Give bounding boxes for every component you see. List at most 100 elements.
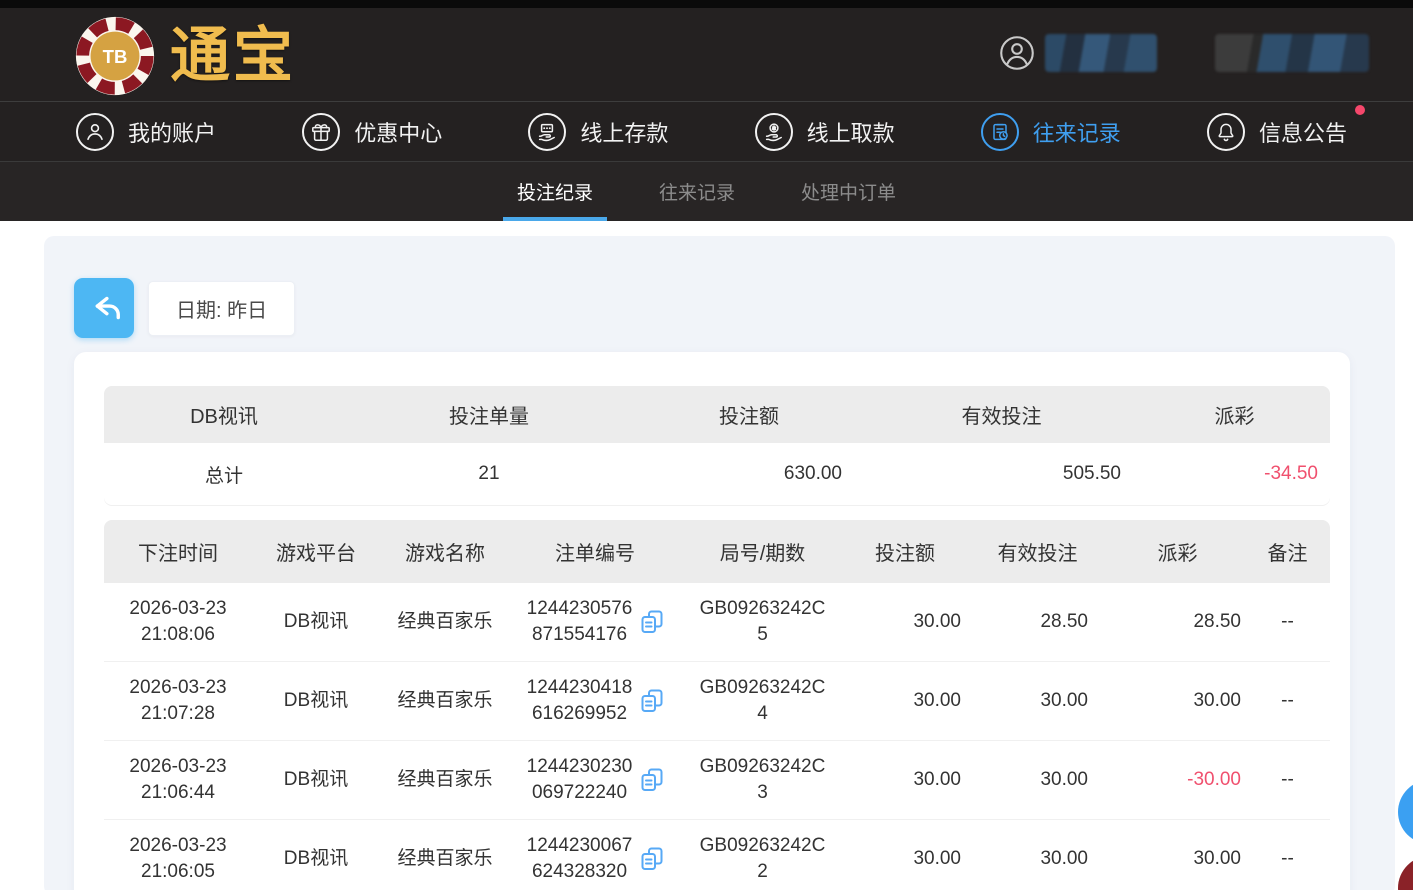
records-icon xyxy=(981,113,1019,151)
nav-label: 信息公告 xyxy=(1259,116,1347,148)
bet-id-cell: 1244230418616269952 xyxy=(510,675,680,726)
copy-icon[interactable] xyxy=(640,688,664,714)
copy-icon[interactable] xyxy=(640,767,664,793)
payout: 30.00 xyxy=(1110,846,1245,872)
col-round-id: 局号/期数 xyxy=(680,537,845,566)
nav-item-promotions[interactable]: 优惠中心 xyxy=(302,113,442,151)
round-id-cell: GB09263242C2 xyxy=(680,833,845,884)
col-game-name: 游戏名称 xyxy=(380,537,510,566)
nav-item-transaction-records[interactable]: 往来记录 xyxy=(981,113,1121,151)
bet-id: 1244230576871554176 xyxy=(527,596,633,647)
nav-label: 线上存款 xyxy=(580,116,668,148)
round-id-cell: GB09263242C3 xyxy=(680,754,845,805)
round-id: GB09263242C4 xyxy=(695,675,831,726)
payout: 28.50 xyxy=(1110,609,1245,635)
bet-time: 2026-03-23 21:06:05 xyxy=(104,833,252,884)
bet-amount: 30.00 xyxy=(845,846,965,872)
nav-item-deposit[interactable]: 线上存款 xyxy=(528,113,668,151)
tab-pending-orders[interactable]: 处理中订单 xyxy=(793,162,904,221)
main-nav: 我的账户 优惠中心 线上存款 xyxy=(0,101,1413,161)
remark: -- xyxy=(1245,846,1330,872)
floating-service-button[interactable] xyxy=(1398,780,1413,844)
floating-promo-button[interactable] xyxy=(1398,856,1413,890)
nav-item-withdraw[interactable]: 线上取款 xyxy=(755,113,895,151)
summary-table: DB视讯 投注单量 投注额 有效投注 派彩 总计 21 630.00 505.5… xyxy=(104,386,1330,505)
tab-bet-records[interactable]: 投注纪录 xyxy=(509,162,601,221)
nav-item-announcements[interactable]: 信息公告 xyxy=(1207,113,1347,151)
back-button[interactable] xyxy=(74,278,134,338)
game-platform: DB视讯 xyxy=(252,767,380,793)
gift-icon xyxy=(302,113,340,151)
bet-time: 2026-03-23 21:07:28 xyxy=(104,675,252,726)
redacted-username xyxy=(1045,34,1157,72)
tab-transaction-records[interactable]: 往来记录 xyxy=(651,162,743,221)
game-platform: DB视讯 xyxy=(252,846,380,872)
sub-nav: 投注纪录 往来记录 处理中订单 xyxy=(0,161,1413,221)
game-platform: DB视讯 xyxy=(252,688,380,714)
summary-total-row: 总计 21 630.00 505.50 -34.50 xyxy=(104,443,1330,505)
tab-label: 往来记录 xyxy=(659,178,735,205)
date-filter-label: 日期: 昨日 xyxy=(176,294,267,323)
bet-id: 1244230230069722240 xyxy=(527,754,633,805)
remark: -- xyxy=(1245,767,1330,793)
game-name: 经典百家乐 xyxy=(380,688,510,714)
round-id: GB09263242C5 xyxy=(695,596,831,647)
valid-bet: 30.00 xyxy=(965,767,1110,793)
col-bet-amount: 投注额 xyxy=(845,537,965,566)
bet-amount: 30.00 xyxy=(845,767,965,793)
bet-time: 2026-03-23 21:06:44 xyxy=(104,754,252,805)
brand-logo[interactable]: TB 通宝 xyxy=(72,13,296,99)
copy-icon[interactable] xyxy=(640,609,664,635)
round-id: GB09263242C2 xyxy=(695,833,831,884)
game-name: 经典百家乐 xyxy=(380,609,510,635)
bet-id: 1244230418616269952 xyxy=(527,675,633,726)
round-id-cell: GB09263242C4 xyxy=(680,675,845,726)
payout: -30.00 xyxy=(1110,767,1245,793)
back-arrow-icon xyxy=(85,289,123,327)
col-bet-time: 下注时间 xyxy=(104,537,252,566)
bell-icon xyxy=(1207,113,1245,151)
tab-label: 投注纪录 xyxy=(517,178,593,205)
bet-id-cell: 1244230230069722240 xyxy=(510,754,680,805)
game-name: 经典百家乐 xyxy=(380,846,510,872)
nav-label: 往来记录 xyxy=(1033,116,1121,148)
redacted-balance xyxy=(1215,34,1369,72)
col-payout: 派彩 xyxy=(1110,537,1245,566)
total-bet-amount: 630.00 xyxy=(634,463,864,485)
user-area xyxy=(999,34,1369,72)
brand-name: 通宝 xyxy=(170,20,296,92)
total-label: 总计 xyxy=(104,461,344,488)
account-person-icon xyxy=(76,113,114,151)
chip-badge-text: TB xyxy=(103,46,128,67)
nav-item-my-account[interactable]: 我的账户 xyxy=(76,113,216,151)
col-valid-bet: 有效投注 xyxy=(965,537,1110,566)
records-table-body: 2026-03-23 21:08:06 DB视讯 经典百家乐 124423057… xyxy=(104,583,1330,890)
deposit-icon xyxy=(528,113,566,151)
records-table: 下注时间 游戏平台 游戏名称 注单编号 局号/期数 投注额 有效投注 派彩 备注… xyxy=(104,520,1330,890)
withdraw-icon xyxy=(755,113,793,151)
game-platform: DB视讯 xyxy=(252,609,380,635)
payout: 30.00 xyxy=(1110,688,1245,714)
valid-bet: 28.50 xyxy=(965,609,1110,635)
copy-icon[interactable] xyxy=(640,846,664,872)
summary-col-bet-count: 投注单量 xyxy=(344,400,634,429)
table-row: 2026-03-23 21:06:44 DB视讯 经典百家乐 124423023… xyxy=(104,741,1330,820)
summary-col-bet-amount: 投注额 xyxy=(634,400,864,429)
valid-bet: 30.00 xyxy=(965,688,1110,714)
total-valid-bet: 505.50 xyxy=(864,463,1139,485)
notification-dot xyxy=(1355,105,1365,115)
summary-col-valid-bet: 有效投注 xyxy=(864,400,1139,429)
bet-id: 1244230067624328320 xyxy=(527,833,633,884)
nav-label: 优惠中心 xyxy=(354,116,442,148)
bet-time: 2026-03-23 21:08:06 xyxy=(104,596,252,647)
summary-col-platform: DB视讯 xyxy=(104,400,344,429)
date-filter[interactable]: 日期: 昨日 xyxy=(148,281,295,336)
user-avatar-icon[interactable] xyxy=(999,35,1035,71)
records-card: DB视讯 投注单量 投注额 有效投注 派彩 总计 21 630.00 505.5… xyxy=(74,352,1350,890)
valid-bet: 30.00 xyxy=(965,846,1110,872)
nav-label: 我的账户 xyxy=(128,116,216,148)
tab-label: 处理中订单 xyxy=(801,178,896,205)
round-id: GB09263242C3 xyxy=(695,754,831,805)
col-remark: 备注 xyxy=(1245,537,1330,566)
content-panel: 日期: 昨日 DB视讯 投注单量 投注额 有效投注 派彩 总计 21 630.0… xyxy=(44,236,1395,890)
